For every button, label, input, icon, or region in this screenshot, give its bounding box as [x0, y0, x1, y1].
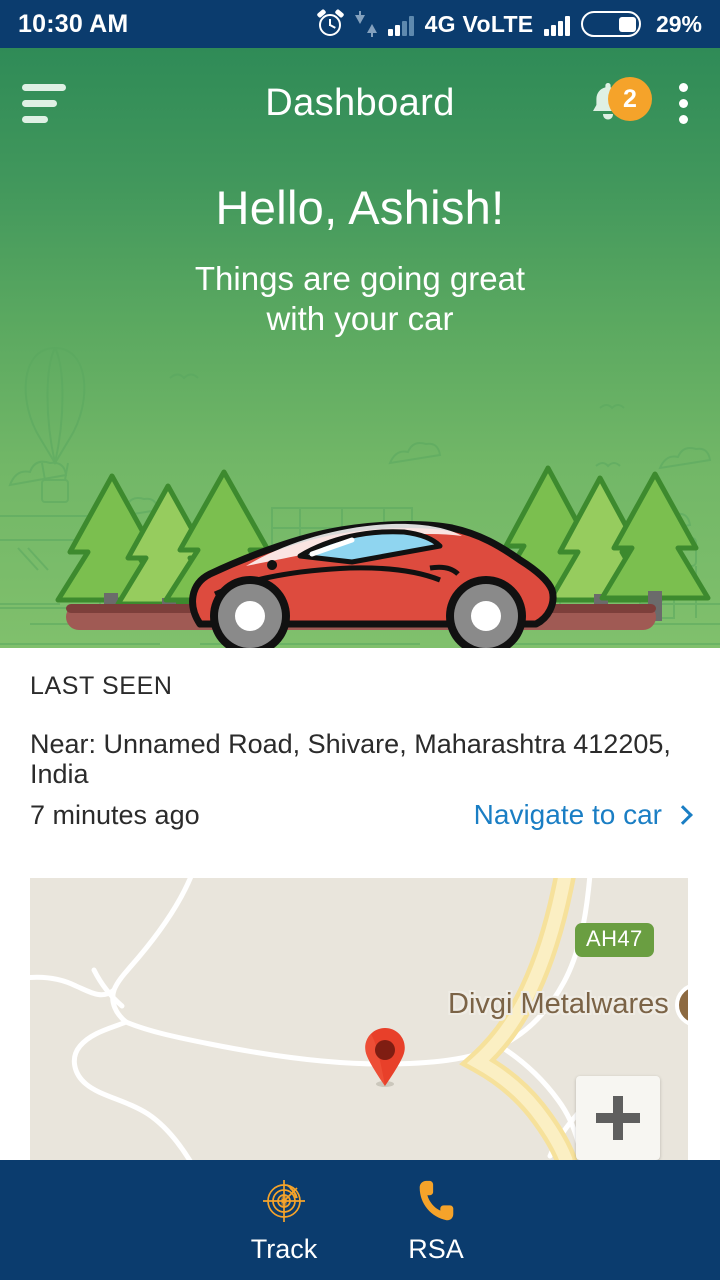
bottom-navigation-bar: Track RSA	[0, 1160, 720, 1280]
status-bar-icons: 4G VoLTE 29%	[316, 8, 702, 38]
phone-call-icon	[411, 1176, 461, 1226]
greeting-subtitle-line1: Things are going great	[194, 260, 526, 297]
last-seen-title: LAST SEEN	[30, 672, 173, 700]
greeting-title: Hello, Ashish!	[215, 181, 505, 234]
bottom-nav-label-track: Track	[250, 1233, 318, 1264]
signal-bars-sim2-icon	[544, 13, 570, 36]
last-seen-meta-row: 7 minutes ago Navigate to car	[30, 799, 693, 831]
notifications-button[interactable]: 2	[586, 75, 652, 131]
bottom-nav-label-rsa: RSA	[408, 1233, 464, 1264]
chevron-right-icon	[673, 805, 693, 826]
navigate-to-car-label: Navigate to car	[473, 799, 662, 831]
status-bar: 10:30 AM 4G VoLTE 29%	[0, 0, 720, 48]
bottom-nav-item-rsa[interactable]: RSA	[371, 1176, 501, 1265]
map-pin-icon[interactable]	[359, 1026, 411, 1088]
car-illustration	[55, 465, 711, 648]
status-bar-time: 10:30 AM	[18, 9, 129, 38]
hamburger-menu-icon[interactable]	[22, 80, 74, 126]
radar-target-icon	[259, 1176, 309, 1226]
hero-section: Dashboard 2 Hello, Ashish! Things are go…	[0, 48, 720, 648]
highway-shield-label: AH47	[575, 923, 654, 957]
greeting-block: Hello, Ashish! Things are going great wi…	[0, 180, 720, 340]
battery-icon	[580, 11, 641, 37]
map-view[interactable]: AH47 Divgi Metalwares	[30, 878, 688, 1160]
signal-bars-sim1-icon	[388, 13, 414, 36]
navigate-to-car-link[interactable]: Navigate to car	[473, 799, 693, 831]
data-transfer-icon	[355, 11, 378, 37]
battery-percent-label: 29%	[655, 10, 702, 37]
network-type-label: 4G VoLTE	[424, 10, 534, 37]
last-seen-address: Near: Unnamed Road, Shivare, Maharashtra…	[30, 729, 671, 790]
notifications-badge: 2	[608, 77, 652, 121]
plus-icon	[596, 1096, 640, 1140]
last-seen-section: LAST SEEN Near: Unnamed Road, Shivare, M…	[0, 648, 720, 860]
map-zoom-in-button[interactable]	[576, 1076, 660, 1160]
alarm-clock-icon	[316, 8, 345, 38]
last-seen-timestamp: 7 minutes ago	[30, 799, 200, 830]
greeting-subtitle: Things are going great with your car	[0, 259, 720, 340]
app-bar: Dashboard 2	[0, 48, 720, 158]
bottom-nav-item-track[interactable]: Track	[219, 1176, 349, 1265]
map-poi-label: Divgi Metalwares	[448, 988, 669, 1020]
more-vertical-icon[interactable]	[668, 80, 698, 126]
greeting-subtitle-line2: with your car	[266, 300, 454, 338]
app-bar-actions: 2	[586, 75, 698, 131]
